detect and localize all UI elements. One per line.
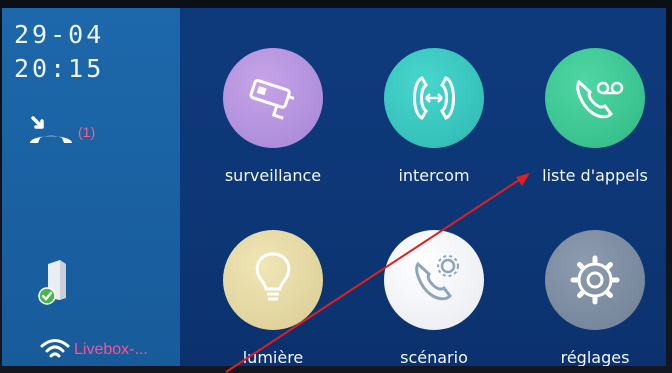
time-display: 20:15 xyxy=(14,54,105,83)
tile-intercom[interactable]: intercom xyxy=(359,48,509,198)
call-log-icon xyxy=(545,48,645,148)
missed-call-icon xyxy=(30,116,72,143)
tile-reglages[interactable]: réglages xyxy=(520,230,666,366)
tile-lumiere[interactable]: lumière xyxy=(198,230,348,366)
intercom-handset-icon xyxy=(384,48,484,148)
door-status-icon xyxy=(38,258,72,306)
tile-label: liste d'appels xyxy=(542,166,648,185)
tile-scenario[interactable]: scénario xyxy=(359,230,509,366)
main-menu: surveillance intercom liste d'appels lum… xyxy=(180,8,666,366)
wifi-icon xyxy=(40,339,70,358)
status-sidebar: 29-04 20:15 (1) Livebox-... xyxy=(2,8,180,366)
missed-calls-indicator[interactable]: (1) xyxy=(26,116,106,146)
tile-label: lumière xyxy=(242,348,304,366)
settings-gear-icon xyxy=(545,230,645,330)
tile-surveillance[interactable]: surveillance xyxy=(198,48,348,198)
wifi-ssid: Livebox-... xyxy=(74,341,148,358)
tile-label: intercom xyxy=(398,166,470,185)
scenario-phone-gear-icon xyxy=(384,230,484,330)
tile-label: scénario xyxy=(400,348,468,366)
missed-calls-count: (1) xyxy=(78,124,96,140)
light-bulb-icon xyxy=(223,230,323,330)
intercom-screen: 29-04 20:15 (1) Livebox-... surveillance… xyxy=(2,8,666,366)
tile-label: réglages xyxy=(560,348,630,366)
device-bezel: 29-04 20:15 (1) Livebox-... surveillance… xyxy=(0,0,672,373)
tile-call-log[interactable]: liste d'appels xyxy=(520,48,666,198)
date-display: 29-04 xyxy=(14,20,105,49)
tile-label: surveillance xyxy=(224,166,322,185)
cctv-camera-icon xyxy=(223,48,323,148)
wifi-status: Livebox-... xyxy=(40,338,180,362)
